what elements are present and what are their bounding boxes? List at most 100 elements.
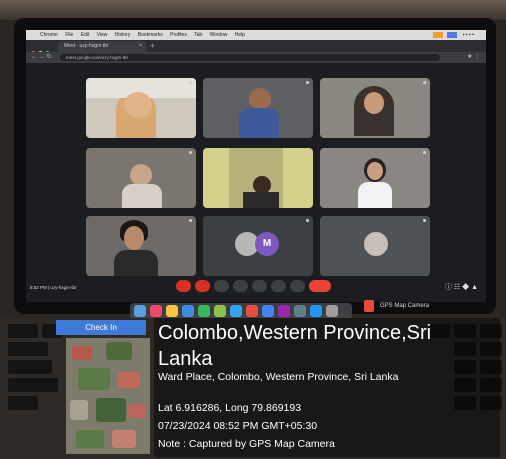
menu-item-profiles[interactable]: Profiles [170,32,187,38]
chrome-icon[interactable] [262,305,274,317]
menu-item-view[interactable]: View [97,32,108,38]
mic-off-button[interactable] [176,280,191,292]
tile-more-icon[interactable] [189,151,192,154]
browser-tab[interactable]: Meet - uzy-hxgm-tbr × [58,41,146,52]
map-road [70,400,88,420]
url-input[interactable]: meet.google.com/uzy-hxgm-tbr [60,54,440,61]
messages-icon[interactable] [198,305,210,317]
participant-tile[interactable] [86,148,196,208]
participant-tile[interactable] [320,78,430,138]
app-icon[interactable] [310,305,322,317]
location-note: Note : Captured by GPS Map Camera [158,438,335,450]
app-store-icon[interactable] [182,305,194,317]
finder-icon[interactable] [134,305,146,317]
menu-item-edit[interactable]: Edit [81,32,90,38]
key [8,360,52,374]
meeting-side-icons[interactable]: ⓘ ☷ ◆ ▲ [445,282,478,292]
key [8,396,38,410]
key [8,342,48,356]
close-tab-icon[interactable]: × [139,41,142,52]
trash-icon[interactable] [326,305,338,317]
key [8,378,58,392]
map-trees [76,430,104,448]
navigation-buttons[interactable]: ← → ↻ [31,52,51,63]
captions-button[interactable] [214,280,229,292]
gps-map-camera-icon [364,300,374,312]
tile-more-icon[interactable] [189,219,192,222]
participant-tile[interactable] [320,216,430,276]
status-icons[interactable]: ▪ ▪ ▪ ▪ [432,30,474,40]
tile-more-icon[interactable] [306,219,309,222]
tile-more-icon[interactable] [423,81,426,84]
app-icon[interactable] [150,305,162,317]
participant-video [122,184,162,208]
menu-item-file[interactable]: File [65,32,73,38]
mac-dock [130,303,352,319]
menu-item-history[interactable]: History [115,32,131,38]
menu-item-help[interactable]: Help [235,32,245,38]
participant-face [367,162,383,180]
participant-face [130,164,152,186]
status-badge-icon[interactable] [432,31,443,38]
map-trees [96,398,126,422]
map-building [72,346,92,360]
map-building [112,430,136,448]
participant-video [114,250,158,276]
participant-video [364,92,384,114]
menu-item-tab[interactable]: Tab [194,32,202,38]
map-building [128,404,146,418]
meeting-status: 8:52 PM | uzy-hxgm-tbr [30,285,77,290]
tile-more-icon[interactable] [423,151,426,154]
participant-tile[interactable] [86,78,196,138]
location-coordinates: Lat 6.916286, Long 79.869193 [158,402,302,414]
reactions-button[interactable] [233,280,248,292]
mac-menu-bar: Chrome File Edit View History Bookmarks … [26,30,486,40]
map-trees [78,368,110,390]
participant-tile[interactable] [203,148,313,208]
menu-item-chrome[interactable]: Chrome [40,32,58,38]
map-trees [106,342,132,360]
raise-hand-button[interactable] [271,280,286,292]
leave-call-button[interactable] [309,280,331,292]
participant-tile[interactable] [320,148,430,208]
location-title: Colombo,Western Province,Sri Lanka [158,322,432,370]
calendar-icon[interactable] [246,305,258,317]
notes-icon[interactable] [166,305,178,317]
settings-icon[interactable] [294,305,306,317]
location-datetime: 07/23/2024 08:52 PM GMT+05:30 [158,420,318,432]
app-icon[interactable] [278,305,290,317]
menu-item-bookmarks[interactable]: Bookmarks [138,32,163,38]
browser-action-icons[interactable]: ★ ⋮ [467,52,480,63]
meeting-grid: M 8:52 PM | uzy-hxgm-tbr ⓘ ☷ ◆ ▲ [26,63,486,302]
tile-more-icon[interactable] [306,151,309,154]
tile-more-icon[interactable] [423,219,426,222]
app-icon[interactable] [230,305,242,317]
participant-tile[interactable]: M [203,216,313,276]
map-building [118,372,140,388]
check-in-button[interactable]: Check In [56,320,146,335]
participant-tile[interactable] [203,78,313,138]
new-tab-button[interactable]: + [150,40,155,52]
menu-item-window[interactable]: Window [210,32,228,38]
laptop-screen: Chrome File Edit View History Bookmarks … [26,30,486,302]
participant-initial-avatar: M [255,232,279,256]
participant-photo-avatar [364,232,388,256]
participant-tile[interactable] [86,216,196,276]
tile-more-icon[interactable] [306,81,309,84]
gps-app-label: GPS Map Camera [380,303,430,309]
participant-video [243,192,279,208]
key [8,324,38,338]
status-badge-icon[interactable] [446,31,457,38]
tile-more-icon[interactable] [189,81,192,84]
participant-video [239,108,279,138]
address-bar: ← → ↻ meet.google.com/uzy-hxgm-tbr ★ ⋮ [26,52,486,63]
more-options-button[interactable] [290,280,305,292]
present-button[interactable] [252,280,267,292]
participant-face [124,92,152,118]
participant-face [124,226,144,250]
location-address: Ward Place, Colombo, Western Province, S… [158,371,399,383]
camera-off-button[interactable] [195,280,210,292]
app-icon[interactable] [214,305,226,317]
browser-tab-bar: Meet - uzy-hxgm-tbr × + [26,40,486,56]
tab-title: Meet - uzy-hxgm-tbr [64,43,109,49]
